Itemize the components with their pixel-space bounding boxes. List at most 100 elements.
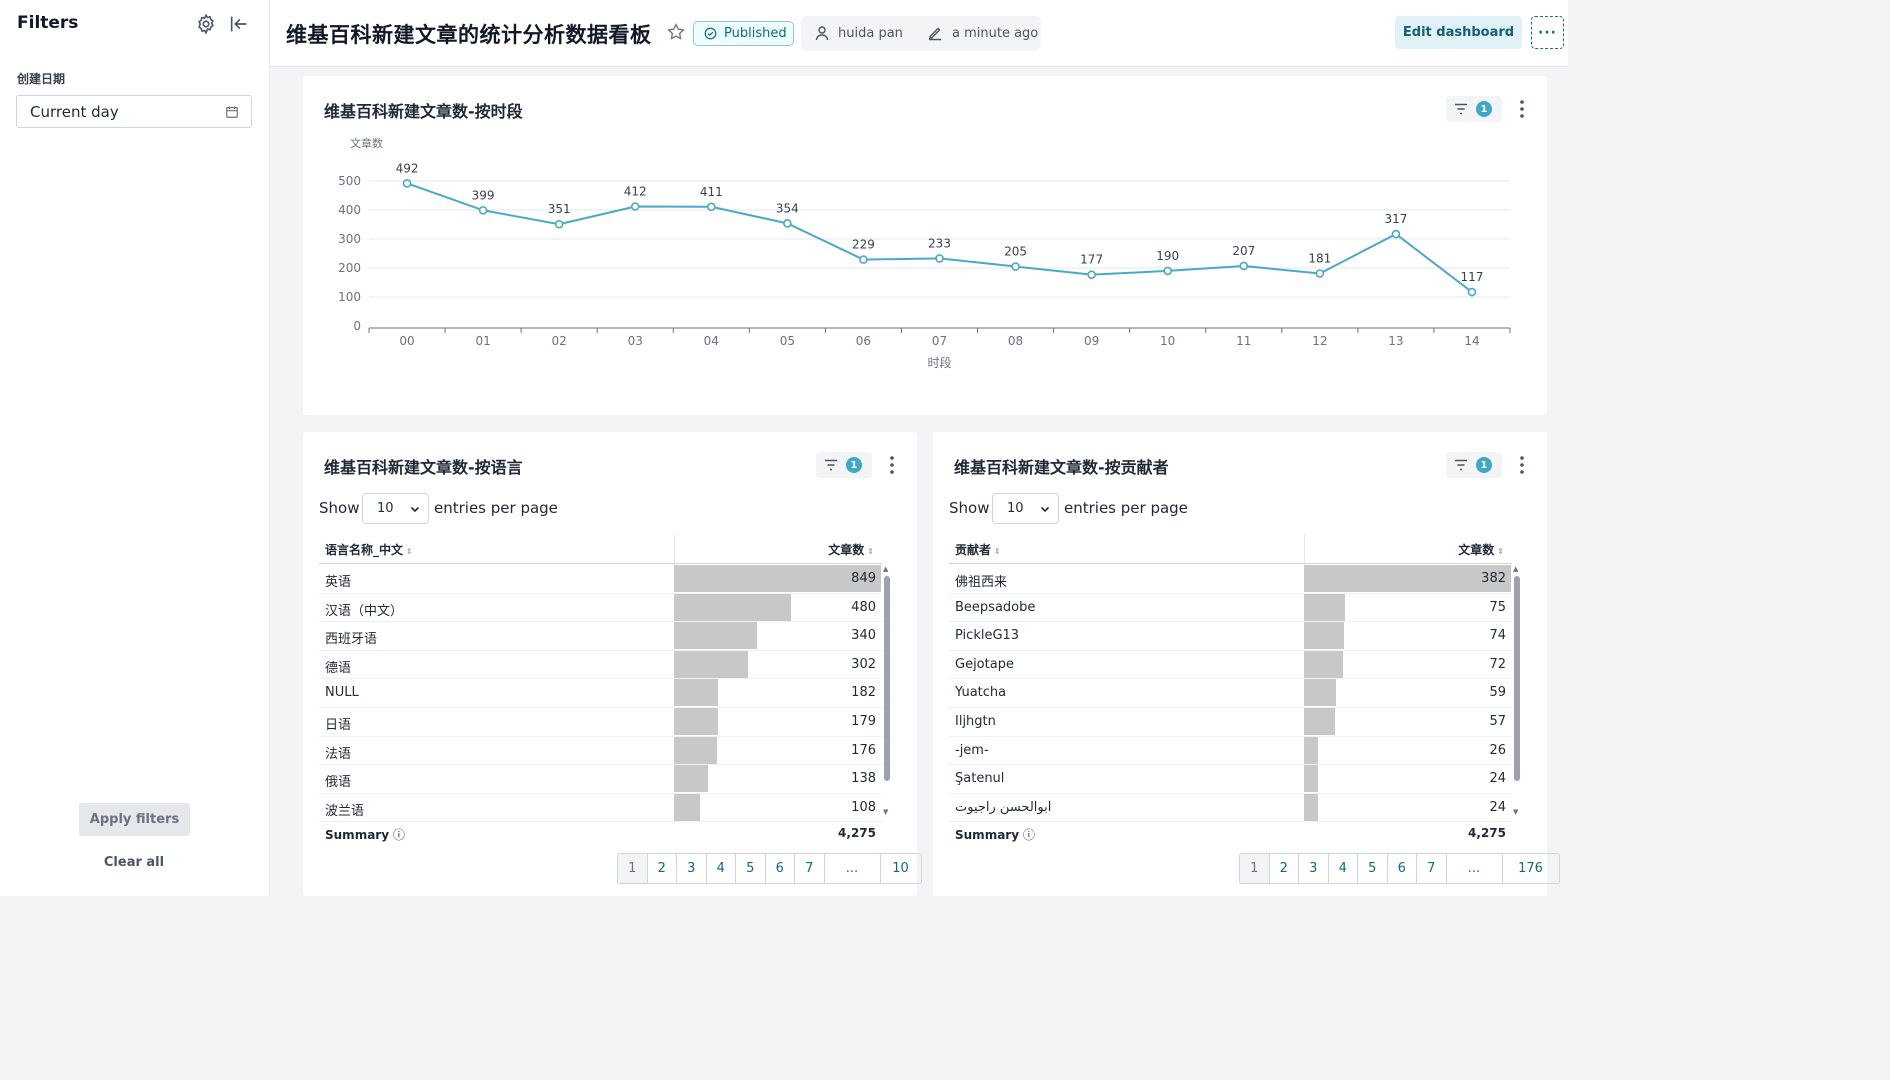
owner-name[interactable]: huida pan [838,26,903,41]
language-table: 语言名称_中文 ⇕ 文章数 ⇕ 英语 849 汉语（中文） 480 西班牙语 340 德语 302 NU… [319,534,890,842]
page-button[interactable]: 1 [1240,854,1270,883]
data-label: 399 [472,188,495,202]
y-tick-label: 100 [338,290,361,304]
pagination: 1 2 3 4 5 6 7... 10 [617,853,922,884]
edit-dashboard-button[interactable]: Edit dashboard [1395,16,1522,49]
scroll-up-icon[interactable]: ▲ [883,565,888,573]
table-row[interactable]: Şatenul 24 [949,765,1512,794]
column-header-value[interactable]: 文章数 ⇕ [1304,534,1512,564]
x-tick-label: 11 [1236,334,1251,348]
row-value: 108 [851,799,876,815]
sort-icon: ⇕ [994,547,1001,556]
row-value: 340 [851,628,876,644]
data-label: 117 [1461,270,1484,284]
kebab-menu-icon[interactable] [889,455,895,475]
summary-value: 4,275 [1468,826,1506,841]
show-label: Show [949,499,990,517]
page-button[interactable]: 10 [881,854,921,883]
page-button[interactable]: 3 [1299,854,1329,883]
scrollbar-thumb[interactable] [884,576,890,781]
scroll-down-icon[interactable]: ▼ [883,808,888,816]
page-button[interactable]: 7 [795,854,825,883]
page-button[interactable]: 3 [677,854,707,883]
table-row[interactable]: Iljhgtn 57 [949,708,1512,737]
page-button[interactable]: 4 [1329,854,1358,883]
table-row[interactable]: Yuatcha 59 [949,679,1512,708]
page-button[interactable]: 2 [1270,854,1299,883]
gear-icon[interactable] [195,13,217,35]
row-value: 72 [1489,656,1506,672]
page-button[interactable]: 4 [707,854,736,883]
table-filter-indicator[interactable]: 1 [816,452,872,478]
more-actions-button[interactable]: ··· [1531,16,1564,49]
page-button[interactable]: 7 [1417,854,1447,883]
scrollbar-thumb[interactable] [1514,576,1520,781]
column-header-name[interactable]: 语言名称_中文 ⇕ [319,534,674,564]
page-button[interactable]: 5 [1358,854,1388,883]
date-filter-label: 创建日期 [17,72,66,86]
page-button[interactable]: 6 [1388,854,1417,883]
info-icon[interactable]: ⓘ [389,828,405,842]
filter-count-badge: 1 [1476,457,1492,473]
row-name: Yuatcha [955,685,1007,701]
row-value: 138 [851,771,876,787]
row-name: 日语 [325,718,352,733]
page-button[interactable]: 176 [1503,854,1559,883]
table-row[interactable]: 日语 179 [319,708,882,737]
table-row[interactable]: 西班牙语 340 [319,622,882,651]
row-value: 182 [851,685,876,701]
table-row[interactable]: PickleG13 74 [949,622,1512,651]
page-size-select[interactable]: 10 [362,493,429,524]
page-button[interactable]: 2 [648,854,677,883]
clear-all-button[interactable]: Clear all [90,855,178,873]
page-button[interactable]: 5 [736,854,766,883]
scroll-down-icon[interactable]: ▼ [1513,808,1518,816]
table-row[interactable]: 俄语 138 [319,765,882,794]
star-icon[interactable] [666,22,686,42]
table-row[interactable]: 汉语（中文） 480 [319,593,882,623]
table-row[interactable]: 德语 302 [319,650,882,680]
page-button[interactable]: 1 [618,854,648,883]
table-row[interactable]: ابوالحسن راجیوت 24 [949,793,1512,823]
data-label: 177 [1080,253,1103,267]
table-row[interactable]: Gejotape 72 [949,650,1512,680]
apply-filters-button[interactable]: Apply filters [79,803,190,836]
row-name: 波兰语 [325,803,365,819]
kebab-menu-icon[interactable] [1519,455,1525,475]
table-row[interactable]: 英语 849 [319,565,882,594]
line-chart-card: 维基百科新建文章数-按时段 1 文章数 0 100 200 300 400 500 00 01 0… [303,76,1547,415]
table-row[interactable]: NULL 182 [319,679,882,708]
x-axis-label: 时段 [927,355,951,370]
date-filter-input[interactable]: Current day [16,95,252,128]
table-row[interactable]: 法语 176 [319,736,882,766]
row-name: -jem- [955,742,989,758]
x-tick-label: 02 [552,334,567,348]
table-row[interactable]: Beepsadobe 75 [949,593,1512,623]
info-icon[interactable]: ⓘ [1019,828,1035,842]
row-value: 75 [1489,599,1506,615]
data-label: 233 [928,236,951,250]
data-point [859,255,868,264]
page-size-select[interactable]: 10 [992,493,1059,524]
value-bar [1304,765,1318,793]
contributor-table: 贡献者 ⇕ 文章数 ⇕ 佛祖西来 382 Beepsadobe 75 PickleG13 74 Ge… [949,534,1520,842]
table-row[interactable]: -jem- 26 [949,736,1512,766]
x-tick-label: 00 [399,334,414,348]
x-tick-label: 08 [1008,334,1023,348]
column-header-name[interactable]: 贡献者 ⇕ [949,534,1304,564]
table-filter-indicator[interactable]: 1 [1446,452,1502,478]
table-row[interactable]: 波兰语 108 [319,793,882,823]
table-row[interactable]: 佛祖西来 382 [949,565,1512,594]
x-tick-label: 09 [1084,334,1099,348]
row-value: 382 [1481,571,1506,586]
column-header-value[interactable]: 文章数 ⇕ [674,534,882,564]
x-tick-label: 06 [856,334,871,348]
column-header-label: 文章数 ⇕ [1458,543,1504,557]
collapse-sidebar-icon[interactable] [228,13,250,35]
pencil-icon [929,27,941,41]
page-button[interactable]: 6 [766,854,795,883]
status-label: Published [724,26,787,41]
check-circle-icon [704,27,717,40]
scroll-up-icon[interactable]: ▲ [1513,565,1518,573]
page-title: 维基百科新建文章的统计分析数据看板 [286,23,652,47]
